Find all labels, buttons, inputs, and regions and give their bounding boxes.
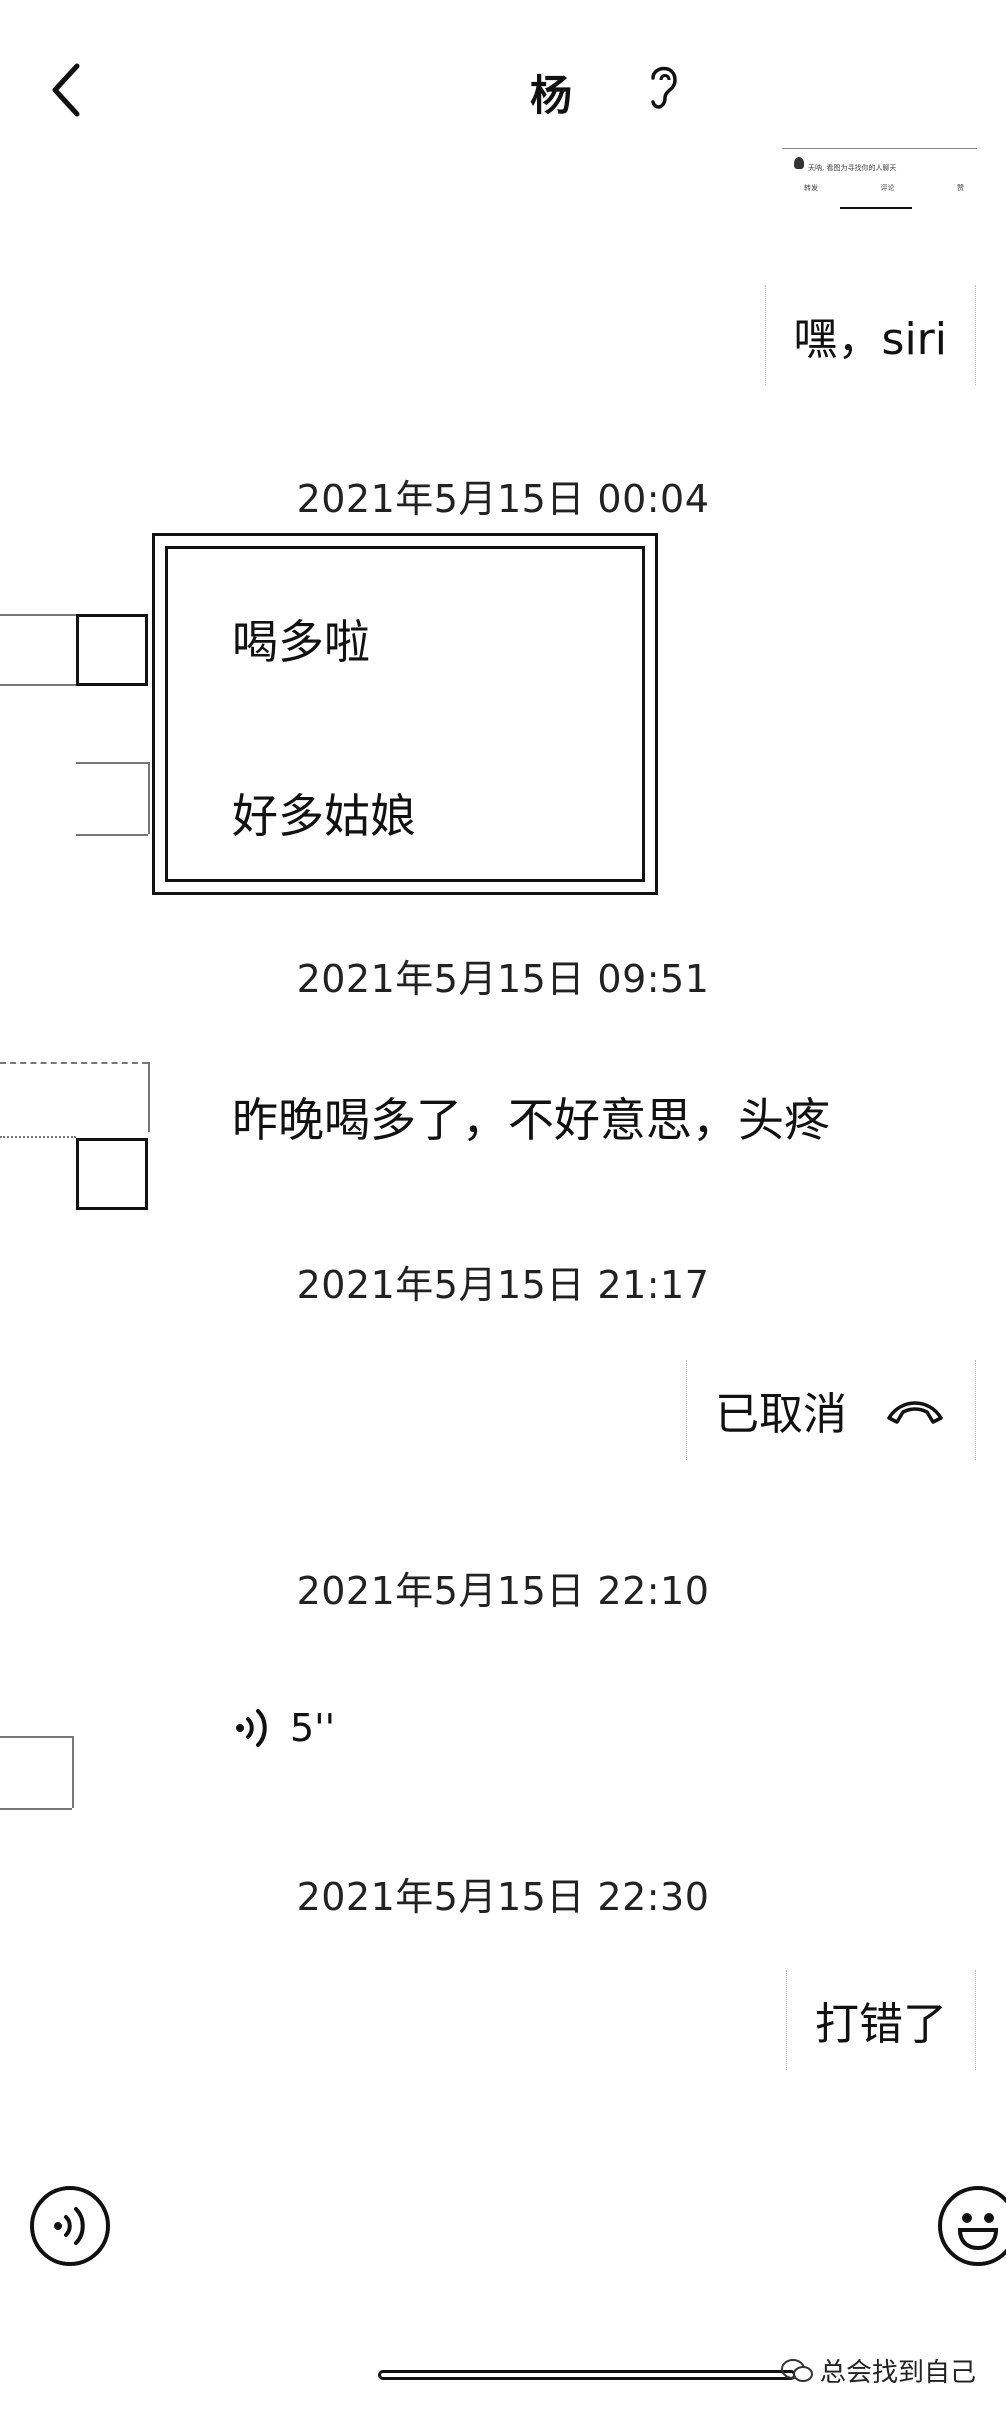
back-button[interactable] [40, 55, 90, 125]
mini-avatar-icon [794, 157, 804, 169]
quoted-comment: 评论 [880, 184, 895, 192]
message-timestamp: 2021年5月15日 21:17 [296, 1263, 710, 1307]
quoted-card-actions: 转发 评论 赞 [804, 183, 964, 193]
message-bubble-incoming[interactable]: 喝多啦 [232, 606, 370, 672]
call-status-text: 已取消 [715, 1389, 847, 1440]
voice-input-button[interactable] [30, 2186, 110, 2266]
voice-message-incoming[interactable]: 5'' [232, 1700, 335, 1756]
voice-input-icon [54, 2207, 85, 2245]
voice-duration: 5'' [290, 1706, 336, 1750]
emoji-button[interactable] [938, 2186, 1006, 2266]
avatar[interactable] [76, 614, 148, 686]
message-bubble-outgoing[interactable]: 嘿，siri [764, 285, 976, 385]
wechat-icon [781, 2358, 813, 2382]
decor-line [148, 1062, 150, 1132]
emoji-icon [957, 2213, 999, 2251]
decor-line [0, 1136, 76, 1138]
voice-wave-icon [236, 1709, 267, 1747]
decor-line [0, 684, 76, 686]
message-timestamp: 2021年5月15日 22:30 [296, 1875, 710, 1919]
quoted-card[interactable]: 天呐, 看图为寻找你的人聊天 转发 评论 赞 [782, 148, 977, 213]
message-timestamp: 2021年5月15日 09:51 [296, 957, 710, 1001]
message-bubble-incoming[interactable]: 好多姑娘 [232, 780, 416, 846]
decor-line [76, 834, 148, 836]
decor-line [148, 762, 150, 834]
phone-hangup-icon [887, 1401, 943, 1424]
decor-line [0, 614, 76, 616]
quoted-underline [840, 207, 912, 209]
decor-line [0, 1808, 72, 1810]
decor-line [76, 762, 148, 764]
watermark-text: 总会找到自己 [820, 2358, 977, 2388]
quoted-card-text: 天呐, 看图为寻找你的人聊天 [808, 164, 897, 172]
chevron-left-icon [52, 63, 80, 117]
quoted-like: 赞 [957, 184, 964, 192]
chat-title: 杨 [530, 71, 573, 120]
decor-line [0, 1062, 148, 1064]
call-record-outgoing[interactable]: 已取消 [686, 1360, 976, 1460]
message-bubble-outgoing[interactable]: 打错了 [786, 1970, 976, 2070]
message-timestamp: 2021年5月15日 22:10 [296, 1569, 710, 1613]
decor-line [72, 1736, 74, 1808]
message-timestamp: 2021年5月15日 00:04 [296, 477, 710, 521]
quoted-forward: 转发 [804, 184, 818, 192]
avatar[interactable] [76, 1138, 148, 1210]
ear-icon [651, 66, 677, 109]
watermark: 总会找到自己 [780, 2352, 976, 2389]
decor-line [0, 1736, 72, 1738]
message-bubble-incoming[interactable]: 昨晚喝多了，不好意思，头疼 [232, 1084, 830, 1150]
home-indicator[interactable] [378, 2370, 796, 2380]
